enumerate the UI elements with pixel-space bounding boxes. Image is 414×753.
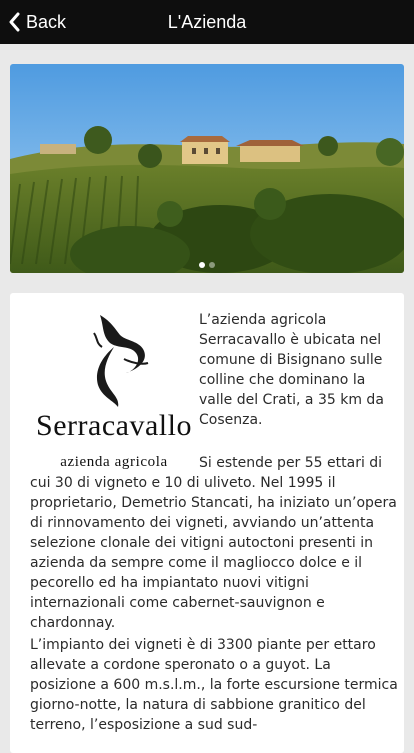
page-dot-2[interactable] [209, 262, 215, 268]
back-button[interactable]: Back [8, 0, 66, 44]
page-indicator[interactable] [10, 262, 404, 268]
vineyard-paragraph: L’impianto dei vigneti è di 3300 piante … [30, 637, 398, 733]
page-dot-1[interactable] [199, 262, 205, 268]
seahorse-emblem-icon [93, 315, 149, 407]
content-card: Serracavallo azienda agricola L’azienda … [10, 293, 404, 753]
chevron-left-icon [9, 12, 20, 32]
history-paragraph: cui 30 di vigneto e 10 di uliveto. Nel 1… [30, 475, 397, 631]
history-paragraph-start: Si estende per 55 ettari di [199, 455, 383, 471]
navigation-bar: Back L'Azienda [0, 0, 414, 44]
serracavallo-logo: Serracavallo azienda agricola [30, 313, 198, 473]
gallery-image [10, 64, 404, 273]
logo-wordmark: Serracavallo [36, 409, 192, 442]
intro-paragraph: L’azienda agricola Serracavallo è ubicat… [199, 312, 384, 428]
photo-gallery[interactable] [10, 64, 404, 273]
logo-subtitle: azienda agricola [60, 454, 168, 470]
back-label: Back [26, 11, 67, 32]
